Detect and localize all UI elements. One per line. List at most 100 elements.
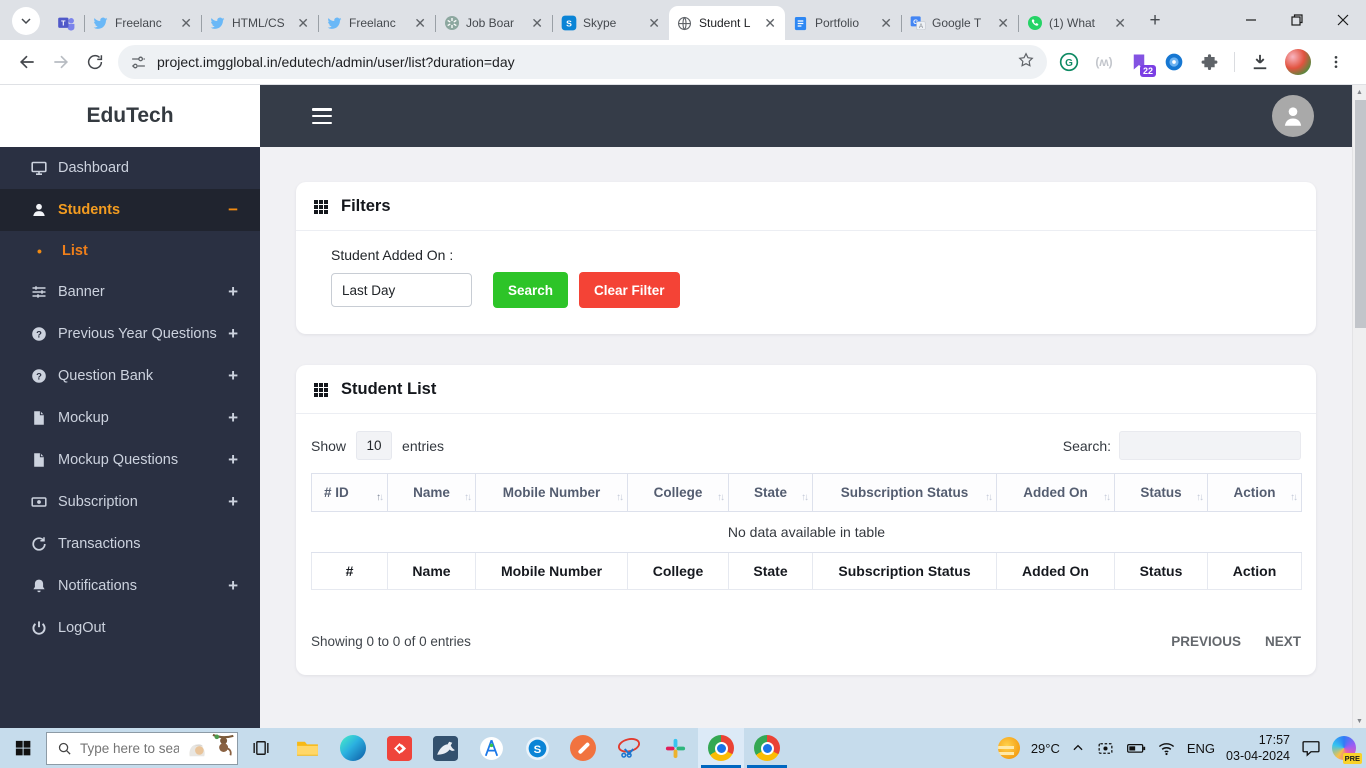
- scroll-down-arrow[interactable]: ▼: [1353, 714, 1366, 728]
- collapse-indicator[interactable]: −: [228, 200, 238, 220]
- column-header-state[interactable]: State ↑↓: [728, 473, 813, 512]
- next-page-button[interactable]: NEXT: [1265, 634, 1301, 649]
- duration-select[interactable]: Last Day: [331, 273, 472, 307]
- sidebar-item-question-bank[interactable]: ? Question Bank +: [0, 355, 260, 397]
- back-button[interactable]: [10, 45, 44, 79]
- browser-profile-avatar[interactable]: [1285, 49, 1311, 75]
- tab-student-active[interactable]: Student L ✕: [669, 6, 785, 40]
- column-header-status[interactable]: Status ↑↓: [1114, 473, 1208, 512]
- sidebar-item-mockup[interactable]: Mockup +: [0, 397, 260, 439]
- taskbar-task-view[interactable]: [238, 728, 284, 768]
- taskbar-search-box[interactable]: [46, 731, 238, 765]
- copilot-icon[interactable]: PRE: [1332, 736, 1362, 764]
- tab-close-icon[interactable]: ✕: [412, 15, 428, 32]
- grammarly-icon[interactable]: G: [1059, 52, 1079, 72]
- tab-close-icon[interactable]: ✕: [1112, 15, 1128, 32]
- menu-toggle-icon[interactable]: [312, 108, 332, 124]
- weather-temp[interactable]: 29°C: [1031, 741, 1060, 756]
- taskbar-edge[interactable]: [330, 728, 376, 768]
- tab-whatsapp[interactable]: (1) What ✕: [1019, 6, 1135, 40]
- column-header-mobile[interactable]: Mobile Number ↑↓: [475, 473, 628, 512]
- column-header-college[interactable]: College ↑↓: [627, 473, 729, 512]
- table-search-input[interactable]: [1119, 431, 1301, 460]
- sidebar-item-dashboard[interactable]: Dashboard: [0, 147, 260, 189]
- entries-select[interactable]: 10: [356, 431, 393, 460]
- expand-indicator[interactable]: +: [228, 576, 238, 596]
- tab-close-icon[interactable]: ✕: [295, 15, 311, 32]
- url-bar[interactable]: project.imgglobal.in/edutech/admin/user/…: [118, 45, 1047, 79]
- purple-extension-icon[interactable]: 22: [1129, 52, 1156, 77]
- downloads-icon[interactable]: [1250, 52, 1270, 72]
- tray-chevron-icon[interactable]: [1071, 741, 1085, 755]
- expand-indicator[interactable]: +: [228, 324, 238, 344]
- column-header-id[interactable]: # ID ↑↓: [311, 473, 388, 512]
- forward-button[interactable]: [44, 45, 78, 79]
- taskbar-slack[interactable]: [652, 728, 698, 768]
- taskbar-compass-app[interactable]: [468, 728, 514, 768]
- tab-freelance-1[interactable]: Freelanc ✕: [85, 6, 201, 40]
- new-tab-button[interactable]: +: [1141, 7, 1169, 35]
- browser-menu-icon[interactable]: [1326, 52, 1346, 72]
- expand-indicator[interactable]: +: [228, 408, 238, 428]
- start-button[interactable]: [0, 728, 46, 768]
- window-close-button[interactable]: [1320, 0, 1366, 40]
- tab-close-icon[interactable]: ✕: [762, 15, 778, 32]
- expand-indicator[interactable]: +: [228, 492, 238, 512]
- window-restore-button[interactable]: [1274, 0, 1320, 40]
- sidebar-item-transactions[interactable]: Transactions: [0, 523, 260, 565]
- taskbar-chrome-active[interactable]: [698, 728, 744, 768]
- column-header-added-on[interactable]: Added On ↑↓: [996, 473, 1115, 512]
- column-header-action[interactable]: Action ↑↓: [1207, 473, 1302, 512]
- language-indicator[interactable]: ENG: [1187, 741, 1215, 756]
- taskbar-screen-capture[interactable]: [606, 728, 652, 768]
- expand-indicator[interactable]: +: [228, 282, 238, 302]
- clear-filter-button[interactable]: Clear Filter: [579, 272, 680, 308]
- site-settings-icon[interactable]: [130, 54, 147, 71]
- tab-search-button[interactable]: [12, 7, 40, 35]
- tab-jobboard[interactable]: Job Boar ✕: [436, 6, 552, 40]
- tab-close-icon[interactable]: ✕: [995, 15, 1011, 32]
- tab-google-translate[interactable]: GA Google T ✕: [902, 6, 1018, 40]
- window-minimize-button[interactable]: [1228, 0, 1274, 40]
- expand-indicator[interactable]: +: [228, 366, 238, 386]
- column-header-subscription[interactable]: Subscription Status ↑↓: [812, 473, 997, 512]
- tab-htmlcss[interactable]: HTML/CS ✕: [202, 6, 318, 40]
- scrollbar-thumb[interactable]: [1354, 100, 1366, 328]
- previous-page-button[interactable]: PREVIOUS: [1171, 634, 1241, 649]
- weather-icon[interactable]: [997, 737, 1020, 759]
- taskbar-anydesk[interactable]: [376, 728, 422, 768]
- tab-portfolio[interactable]: Portfolio ✕: [785, 6, 901, 40]
- scroll-up-arrow[interactable]: ▲: [1353, 85, 1366, 99]
- taskbar-pen-tool[interactable]: [560, 728, 606, 768]
- inactive-extension-icon[interactable]: (ʍ): [1094, 52, 1114, 72]
- tab-close-icon[interactable]: ✕: [878, 15, 894, 32]
- battery-icon[interactable]: [1126, 738, 1146, 758]
- pinned-tab-teams[interactable]: T: [48, 6, 84, 40]
- sidebar-item-mockup-questions[interactable]: Mockup Questions +: [0, 439, 260, 481]
- reload-button[interactable]: [78, 45, 112, 79]
- sidebar-item-logout[interactable]: LogOut: [0, 607, 260, 649]
- sidebar-item-previous-year-questions[interactable]: ? Previous Year Questions +: [0, 313, 260, 355]
- blue-extension-icon[interactable]: [1164, 52, 1184, 72]
- bookmark-star-icon[interactable]: [1017, 51, 1035, 74]
- wifi-icon[interactable]: [1157, 739, 1176, 758]
- notification-center-icon[interactable]: [1301, 738, 1321, 758]
- tab-skype[interactable]: S Skype ✕: [553, 6, 669, 40]
- sidebar-item-banner[interactable]: Banner +: [0, 271, 260, 313]
- tab-close-icon[interactable]: ✕: [646, 15, 662, 32]
- taskbar-file-explorer[interactable]: [284, 728, 330, 768]
- extensions-puzzle-icon[interactable]: [1199, 52, 1219, 72]
- taskbar-skype[interactable]: S: [514, 728, 560, 768]
- user-avatar[interactable]: [1272, 95, 1314, 137]
- taskbar-search-input[interactable]: [80, 740, 179, 756]
- brand-logo[interactable]: EduTech: [0, 85, 260, 147]
- sidebar-item-students[interactable]: Students −: [0, 189, 260, 231]
- page-scrollbar[interactable]: ▲ ▼: [1352, 85, 1366, 728]
- cast-icon[interactable]: [1096, 739, 1115, 758]
- taskbar-clock[interactable]: 17:57 03-04-2024: [1226, 732, 1290, 765]
- column-header-name[interactable]: Name ↑↓: [387, 473, 476, 512]
- search-button[interactable]: Search: [493, 272, 569, 308]
- tab-freelance-2[interactable]: Freelanc ✕: [319, 6, 435, 40]
- tab-close-icon[interactable]: ✕: [178, 15, 194, 32]
- taskbar-mysql-workbench[interactable]: [422, 728, 468, 768]
